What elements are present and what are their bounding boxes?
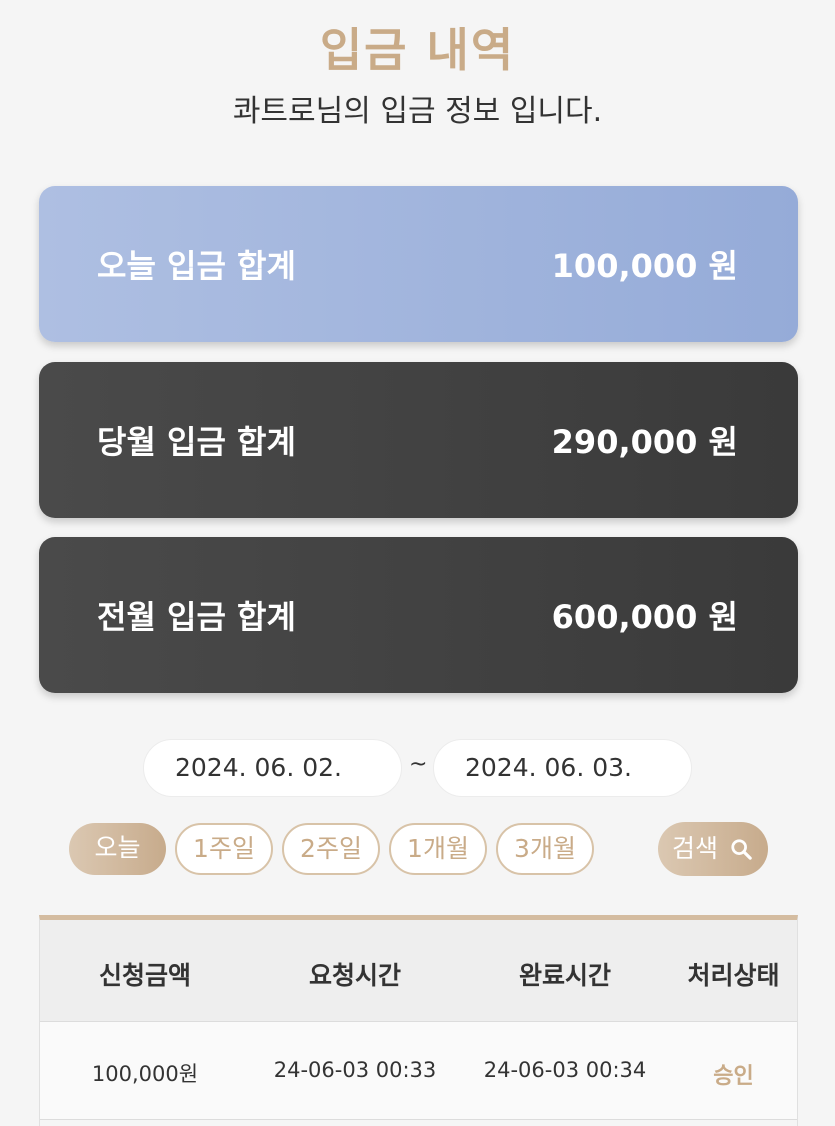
month-deposit-label: 당월 입금 합계 bbox=[97, 423, 296, 461]
deposit-table: 신청금액 요청시간 완료시간 처리상태 100,000원 24-06-03 00… bbox=[39, 915, 798, 1126]
prev-month-deposit-card: 전월 입금 합계 600,000 원 bbox=[39, 537, 798, 693]
header-status: 처리상태 bbox=[687, 961, 780, 990]
page-subtitle: 콰트로님의 입금 정보 입니다. bbox=[232, 94, 603, 129]
prev-month-deposit-label: 전월 입금 합계 bbox=[97, 598, 296, 636]
status-badge: 승인 bbox=[713, 1064, 754, 1089]
today-deposit-card: 오늘 입금 합계 100,000 원 bbox=[39, 186, 798, 342]
header-request-time: 요청시간 bbox=[308, 961, 401, 990]
search-icon bbox=[731, 839, 752, 860]
date-range-separator: ~ bbox=[409, 752, 428, 777]
period-2-weeks-button[interactable]: 2주일 bbox=[282, 823, 380, 875]
today-deposit-label: 오늘 입금 합계 bbox=[97, 247, 296, 285]
cell-request-time: 24-06-03 00:33 bbox=[273, 1058, 437, 1082]
search-button[interactable]: 검색 bbox=[658, 822, 768, 876]
today-deposit-amount: 100,000 원 bbox=[551, 247, 738, 285]
header-complete-time: 완료시간 bbox=[518, 961, 611, 990]
page-title: 입금 내역 bbox=[319, 23, 516, 77]
cell-complete-time: 24-06-03 00:34 bbox=[483, 1058, 647, 1082]
end-date-input[interactable]: 2024. 06. 03. bbox=[433, 739, 692, 797]
month-deposit-card: 당월 입금 합계 290,000 원 bbox=[39, 362, 798, 518]
period-1-month-button[interactable]: 1개월 bbox=[389, 823, 487, 875]
start-date-input[interactable]: 2024. 06. 02. bbox=[143, 739, 402, 797]
month-deposit-amount: 290,000 원 bbox=[551, 423, 738, 461]
search-button-label: 검색 bbox=[672, 834, 719, 863]
table-row: 100,000원 24-06-03 00:33 24-06-03 00:34 승… bbox=[40, 1022, 797, 1120]
header-request-amount: 신청금액 bbox=[98, 961, 191, 990]
period-3-months-button[interactable]: 3개월 bbox=[496, 823, 594, 875]
table-header: 신청금액 요청시간 완료시간 처리상태 bbox=[40, 920, 797, 1022]
period-today-button[interactable]: 오늘 bbox=[69, 823, 166, 875]
prev-month-deposit-amount: 600,000 원 bbox=[551, 598, 738, 636]
deposit-history-page: 입금 내역 콰트로님의 입금 정보 입니다. 오늘 입금 합계 100,000 … bbox=[0, 0, 835, 1126]
period-1-week-button[interactable]: 1주일 bbox=[175, 823, 273, 875]
cell-request-amount: 100,000원 bbox=[91, 1062, 199, 1086]
